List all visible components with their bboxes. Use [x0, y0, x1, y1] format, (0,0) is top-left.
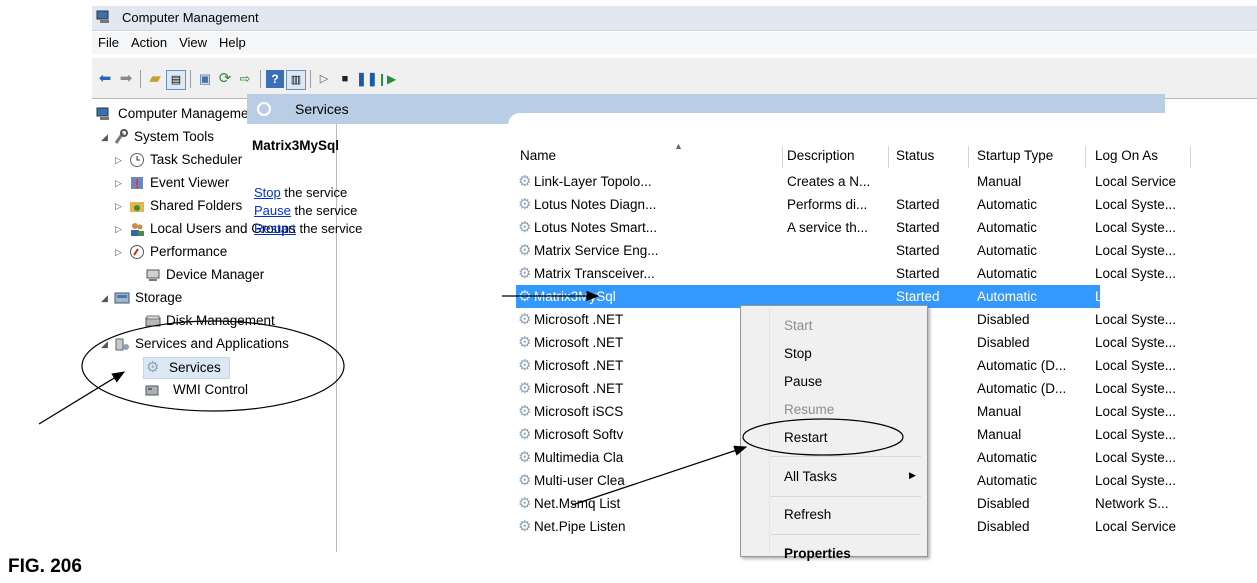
highlight-ellipse-services — [81, 320, 345, 412]
annotation-overlay — [38, 290, 904, 506]
figure-caption: FIG. 206 — [8, 556, 82, 577]
highlight-ellipse-restart — [742, 418, 904, 456]
arrow-to-services — [38, 371, 126, 425]
arrow-to-restart — [571, 445, 748, 506]
